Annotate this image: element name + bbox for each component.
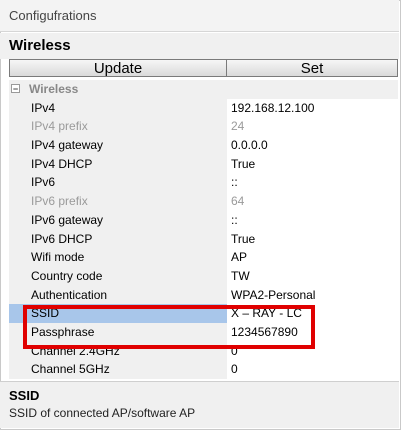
property-label: IPv6 DHCP (9, 229, 227, 249)
property-row-ipv6-dhcp[interactable]: IPv6 DHCP True (9, 229, 398, 249)
description-text: SSID of connected AP/software AP (9, 406, 196, 420)
property-value[interactable]: True (227, 154, 398, 174)
property-value[interactable]: AP (227, 248, 398, 267)
property-label: Wifi mode (9, 248, 227, 267)
property-row-wifi-mode[interactable]: Wifi mode AP (9, 248, 398, 267)
property-label: IPv6 gateway (9, 210, 227, 230)
property-value[interactable]: WPA2-Personal (227, 285, 398, 305)
property-row-channel-2-4ghz[interactable]: Channel 2.4GHz 0 (9, 341, 398, 361)
property-value[interactable]: 24 (227, 117, 398, 137)
set-button[interactable]: Set (227, 59, 398, 77)
property-value[interactable]: 0 (227, 341, 398, 361)
update-button[interactable]: Update (9, 59, 227, 77)
property-row-authentication[interactable]: Authentication WPA2-Personal (9, 285, 398, 305)
property-row-ipv6[interactable]: IPv6 :: (9, 173, 398, 193)
section-header: Wireless (0, 33, 399, 59)
property-label: Channel 2.4GHz (9, 341, 227, 361)
property-value[interactable]: 1234567890 (227, 322, 398, 342)
property-label: Channel 5GHz (9, 360, 227, 379)
property-row-ipv6-prefix[interactable]: IPv6 prefix 64 (9, 192, 398, 211)
property-row-ssid[interactable]: SSID X – RAY - LC (9, 304, 398, 323)
property-value[interactable]: True (227, 229, 398, 249)
group-label-cell: − Wireless (9, 80, 398, 99)
property-value[interactable]: 192.168.12.100 (227, 98, 398, 118)
property-value[interactable]: 64 (227, 192, 398, 211)
property-row-ipv4-gateway[interactable]: IPv4 gateway 0.0.0.0 (9, 136, 398, 155)
property-value[interactable]: 0 (227, 360, 398, 379)
property-label: Passphrase (9, 322, 227, 342)
property-label: IPv4 DHCP (9, 154, 227, 174)
property-row-channel-5ghz[interactable]: Channel 5GHz 0 (9, 360, 398, 379)
property-row-ipv4-prefix[interactable]: IPv4 prefix 24 (9, 117, 398, 137)
group-label: Wireless (29, 82, 79, 96)
property-label: Country code (9, 266, 227, 286)
property-row-ipv4-dhcp[interactable]: IPv4 DHCP True (9, 154, 398, 174)
property-value[interactable]: :: (227, 173, 398, 193)
property-row-ipv4[interactable]: IPv4 192.168.12.100 (9, 98, 398, 118)
property-label: SSID (9, 304, 227, 323)
property-row-passphrase[interactable]: Passphrase 1234567890 (9, 322, 398, 342)
command-bar: Update Set (9, 59, 398, 79)
property-label: IPv6 (9, 173, 227, 193)
description-panel: SSID SSID of connected AP/software AP (0, 381, 399, 428)
property-row-country-code[interactable]: Country code TW (9, 266, 398, 286)
property-value[interactable]: X – RAY - LC (227, 304, 398, 323)
property-value[interactable]: 0.0.0.0 (227, 136, 398, 155)
property-label: Authentication (9, 285, 227, 305)
property-value[interactable]: TW (227, 266, 398, 286)
collapse-toggle-icon[interactable]: − (11, 84, 20, 94)
property-label: IPv4 prefix (9, 117, 227, 137)
window-title: Configufrations (0, 0, 399, 32)
group-row-wireless[interactable]: − Wireless (9, 80, 398, 99)
property-grid: − Wireless IPv4 192.168.12.100 IPv4 pref… (9, 80, 398, 379)
description-title: SSID (9, 388, 40, 403)
property-row-ipv6-gateway[interactable]: IPv6 gateway :: (9, 210, 398, 230)
property-value[interactable]: :: (227, 210, 398, 230)
property-label: IPv4 (9, 98, 227, 118)
property-label: IPv6 prefix (9, 192, 227, 211)
property-label: IPv4 gateway (9, 136, 227, 155)
